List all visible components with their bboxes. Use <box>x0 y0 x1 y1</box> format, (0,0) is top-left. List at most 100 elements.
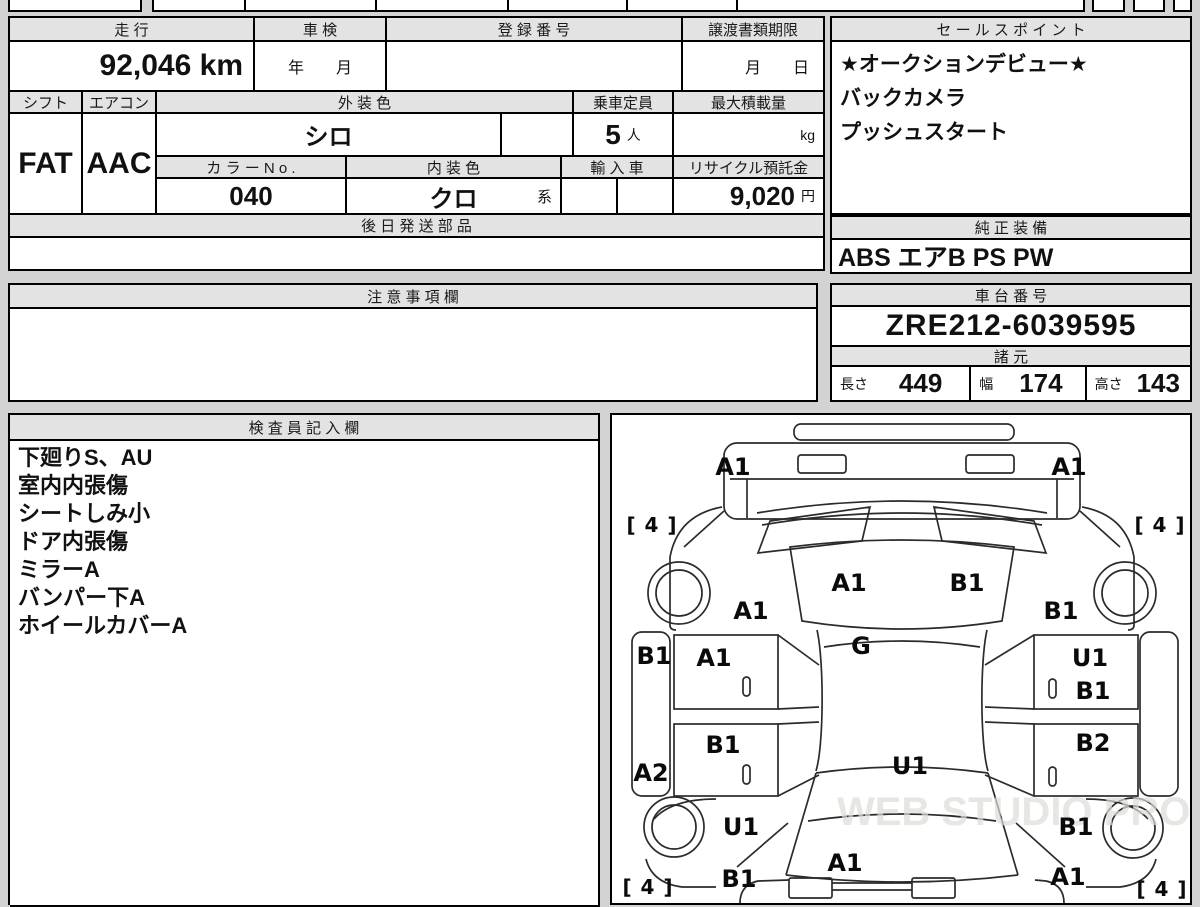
max-load-header: 最大積載量 <box>674 92 825 114</box>
equipment-value: ABS エアB PS PW <box>832 240 1192 274</box>
damage-rear-door-right: B2 <box>1076 729 1111 757</box>
width-cell: 幅 174 <box>971 367 1086 402</box>
doors-right <box>985 635 1138 796</box>
max-load-value: kg <box>674 114 825 157</box>
inspector-line: 室内内張傷 <box>18 472 128 499</box>
auction-sheet: { "top_table": { "mileage_label": "走 行",… <box>0 0 1200 900</box>
exterior-color-extra-cell <box>502 114 574 157</box>
inspector-line: シートしみ小 <box>18 500 150 527</box>
aircon-header: エアコン <box>83 92 157 114</box>
damage-front-bumper-right: A1 <box>1051 453 1086 481</box>
color-no-value: 040 <box>157 179 347 215</box>
cutoff-cell <box>375 0 509 12</box>
main-info-table: 走 行 車 検 登 録 番 号 譲渡書類期限 92,046 km 年 月 月 日… <box>8 16 825 271</box>
registration-value <box>387 42 683 92</box>
notes-box: 注 意 事 項 欄 <box>8 283 818 402</box>
door-handle <box>743 677 750 696</box>
damage-rear-left-bottom: B1 <box>722 865 757 893</box>
height-value: 143 <box>1127 368 1190 399</box>
interior-color-suffix: 系 <box>537 186 552 207</box>
door-handle <box>1049 679 1056 698</box>
inspector-header: 検 査 員 記 入 欄 <box>10 415 600 441</box>
mileage-header: 走 行 <box>10 18 255 42</box>
front-bumper-outline <box>724 424 1080 519</box>
import-cell-2 <box>618 179 674 215</box>
inspector-line: ミラーA <box>18 556 100 583</box>
damage-front-bumper-left: A1 <box>715 453 750 481</box>
length-value: 449 <box>872 368 969 399</box>
specs-header: 諸 元 <box>832 347 1192 367</box>
width-label: 幅 <box>971 374 997 394</box>
damage-rear-right-bottom: A1 <box>1050 863 1085 891</box>
tread-rear-right: [ 4 ] <box>1136 877 1187 901</box>
cutoff-cell <box>152 0 246 12</box>
interior-color-header: 内 装 色 <box>347 157 562 179</box>
cutoff-cell <box>626 0 738 12</box>
inspector-lines: 下廻りS、AU室内内張傷シートしみ小ドア内張傷ミラーAバンパー下Aホイールカバー… <box>10 441 195 642</box>
exterior-color-header: 外 装 色 <box>157 92 574 114</box>
length-label: 長さ <box>832 374 872 394</box>
watermark: WEB STUDIO PRO <box>837 790 1190 834</box>
damage-rear-window: A1 <box>827 849 862 877</box>
recycle-number: 9,020 <box>730 181 795 212</box>
exterior-color-value: シロ <box>157 114 502 157</box>
damage-rear-door-left: B1 <box>706 731 741 759</box>
registration-header: 登 録 番 号 <box>387 18 683 42</box>
headlight-left <box>798 455 846 473</box>
door-handle <box>1049 767 1056 786</box>
mileage-value: 92,046 km <box>10 42 255 92</box>
transfer-deadline-header: 譲渡書類期限 <box>683 18 825 42</box>
damage-front-door-right-2: B1 <box>1076 677 1111 705</box>
damage-front-fender-right: B1 <box>1044 597 1079 625</box>
capacity-value: 5 人 <box>574 114 674 157</box>
sales-point-header: セ ー ル ス ポ イ ン ト <box>832 18 1192 42</box>
sales-point-line: ★オークションデビュー★ <box>840 48 1088 78</box>
sales-point-line: バックカメラ <box>840 82 966 112</box>
damage-windshield-left: A1 <box>831 569 866 597</box>
transfer-deadline-value: 月 日 <box>683 42 825 92</box>
aircon-value: AAC <box>83 114 157 215</box>
damage-cowl-glass: G <box>851 632 871 660</box>
damage-roof-center: U1 <box>892 752 928 780</box>
car-damage-diagram: WEB STUDIO PRO A1 A1 [ 4 ] [ 4 ] A1 B1 A1 B1 G B1… <box>610 413 1192 905</box>
door-handle <box>743 765 750 784</box>
length-cell: 長さ 449 <box>832 367 971 402</box>
inspector-line: バンパー下A <box>18 584 145 611</box>
tread-rear-left: [ 4 ] <box>622 875 673 899</box>
damage-front-fender-left: A1 <box>733 597 768 625</box>
cutoff-cell <box>244 0 377 12</box>
sales-point-line: プッシュスタート <box>840 116 1008 146</box>
recycle-value: 9,020 円 <box>674 179 825 215</box>
sales-point-box: セ ー ル ス ポ イ ン ト ★オークションデビュー★ バックカメラプッシュスタ… <box>830 16 1192 215</box>
capacity-unit: 人 <box>627 125 641 145</box>
chassis-box: 車 台 番 号 ZRE212-6039595 諸 元 長さ 449 幅 174 … <box>830 283 1192 402</box>
shift-header: シフト <box>10 92 83 114</box>
notes-header: 注 意 事 項 欄 <box>10 285 818 309</box>
tread-front-right: [ 4 ] <box>1134 513 1185 537</box>
capacity-header: 乗車定員 <box>574 92 674 114</box>
headlight-right <box>966 455 1014 473</box>
equipment-header: 純 正 装 備 <box>832 217 1192 240</box>
height-label: 高さ <box>1087 374 1127 394</box>
tread-front-left: [ 4 ] <box>626 513 677 537</box>
inspector-box: 検 査 員 記 入 欄 下廻りS、AU室内内張傷シートしみ小ドア内張傷ミラーAバ… <box>8 413 600 905</box>
notes-value <box>10 309 818 402</box>
inspector-line: 下廻りS、AU <box>18 444 152 471</box>
chassis-header: 車 台 番 号 <box>832 285 1192 307</box>
import-cell-1 <box>562 179 618 215</box>
damage-rocker-left-bottom: A2 <box>633 759 668 787</box>
damage-rear-fender-right: B1 <box>1059 813 1094 841</box>
damage-rocker-left-top: B1 <box>637 642 672 670</box>
damage-rear-fender-left: U1 <box>723 813 759 841</box>
later-parts-value <box>10 238 825 271</box>
cutoff-cell <box>1133 0 1165 12</box>
shaken-value: 年 月 <box>255 42 387 92</box>
shift-value: FAT <box>10 114 83 215</box>
equipment-box: 純 正 装 備 ABS エアB PS PW <box>830 215 1192 274</box>
cutoff-cell <box>1092 0 1125 12</box>
import-header: 輸 入 車 <box>562 157 674 179</box>
shaken-header: 車 検 <box>255 18 387 42</box>
cutoff-cell <box>507 0 628 12</box>
inspector-line: ホイールカバーA <box>18 612 187 639</box>
hood-and-cowl <box>684 501 1120 553</box>
